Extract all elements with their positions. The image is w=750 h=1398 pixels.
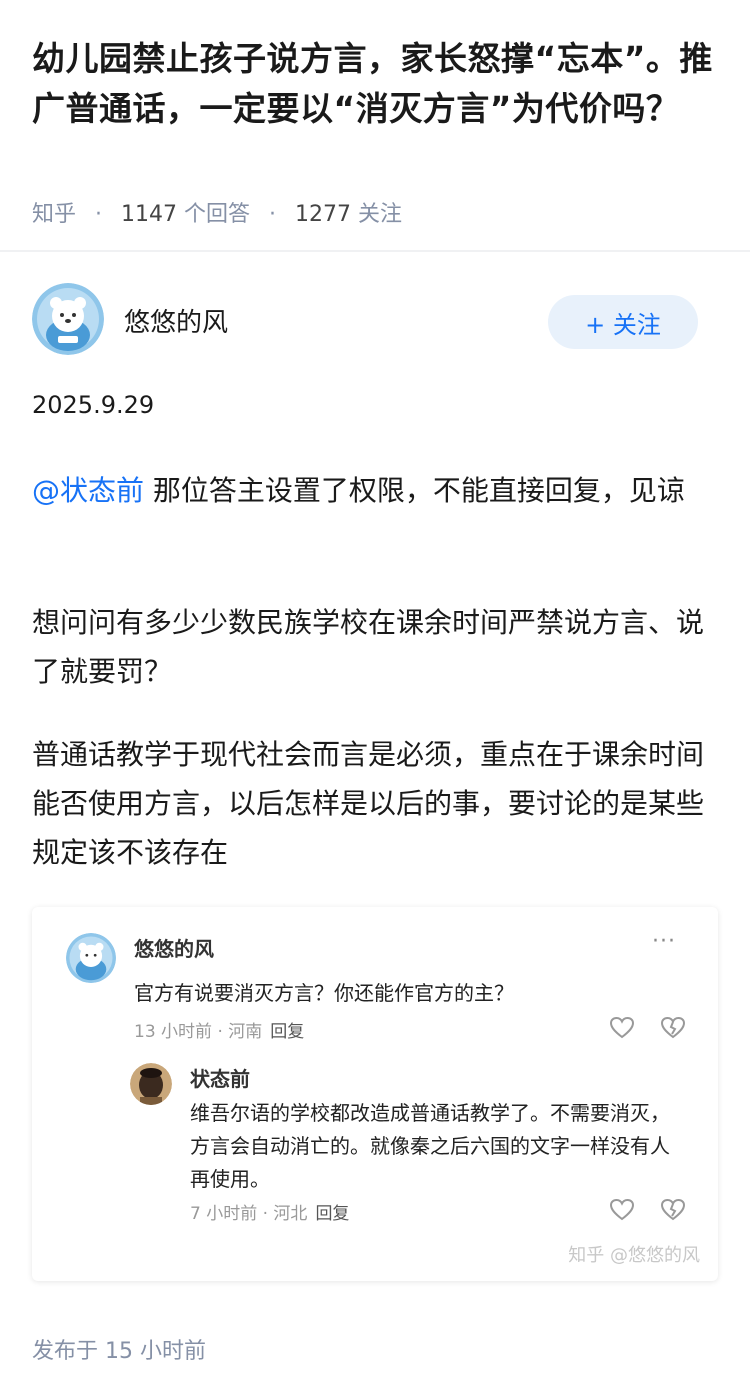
paragraph-text: 那位答主设置了权限，不能直接回复，见谅 (144, 474, 685, 507)
reply-author: 状态前 (190, 1067, 250, 1091)
comment-author: 悠悠的风 (134, 937, 214, 961)
comment-reply-label: 回复 (270, 1022, 305, 1042)
avatar-bear-icon (32, 283, 104, 355)
question-meta: 知乎 · 1147 个回答 · 1277 关注 (32, 196, 402, 228)
answer-paragraph-2: 想问问有多少少数民族学校在课余时间严禁说方言、说了就要罚？ (32, 606, 705, 688)
comment-text: 官方有说要消灭方言？你还能作官方的主？ (134, 981, 514, 1005)
answer-count-label: 个回答 (184, 202, 251, 227)
source-label[interactable]: 知乎 (32, 202, 76, 227)
follow-count-label: 关注 (358, 202, 403, 227)
commenter-avatar (66, 933, 116, 983)
answer-date: 2025.9.29 (32, 391, 155, 419)
comment-time-location: 13 小时前 · 河南 (134, 1022, 263, 1042)
follow-button[interactable]: + 关注 (548, 295, 698, 349)
watermark: 知乎 @悠悠的风 (568, 1245, 700, 1266)
question-title[interactable]: 幼儿园禁止孩子说方言，家长怒撑“忘本”。推广普通话，一定要以“消灭方言”为代价吗… (32, 34, 722, 134)
meta-separator: · (269, 202, 277, 227)
broken-heart-icon (660, 1016, 686, 1039)
answer-paragraph-3: 普通话教学于现代社会而言是必须，重点在于课余时间能否使用方言，以后怎样是以后的事… (32, 738, 705, 869)
meta-separator: · (95, 202, 103, 227)
heart-icon (609, 1198, 635, 1221)
reply-meta: 7 小时前 · 河北 回复 (190, 1199, 349, 1224)
broken-heart-icon (660, 1198, 686, 1221)
divider (0, 250, 750, 252)
mention-link[interactable]: @状态前 (32, 474, 144, 507)
reply-text: 维吾尔语的学校都改造成普通话教学了。不需要消灭，方言会自动消亡的。就像秦之后六国… (190, 1101, 670, 1191)
avatar-bear-icon (66, 933, 116, 983)
reply-reply-label: 回复 (315, 1204, 350, 1224)
follow-count: 1277 (295, 202, 352, 227)
more-icon: ··· (652, 929, 676, 954)
author-name[interactable]: 悠悠的风 (124, 302, 228, 339)
reply-time-location: 7 小时前 · 河北 (190, 1204, 308, 1224)
comment-screenshot[interactable]: 悠悠的风 ··· 官方有说要消灭方言？你还能作官方的主？ 13 小时前 · 河南… (32, 907, 718, 1281)
answer-count: 1147 (121, 202, 178, 227)
avatar-photo (130, 1063, 172, 1105)
published-time: 发布于 15 小时前 (32, 1339, 206, 1364)
heart-icon (609, 1016, 635, 1039)
replier-avatar (130, 1063, 172, 1105)
answer-paragraph-1: @状态前 那位答主设置了权限，不能直接回复，见谅 (32, 466, 718, 515)
comment-meta: 13 小时前 · 河南 回复 (134, 1017, 304, 1042)
author-avatar[interactable] (32, 283, 104, 355)
